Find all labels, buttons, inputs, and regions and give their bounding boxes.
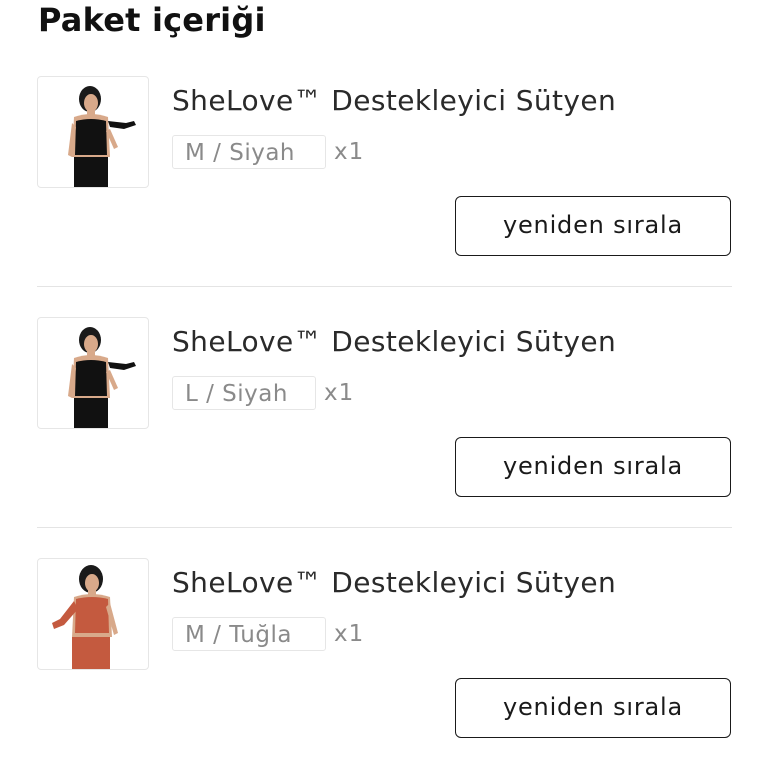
product-image[interactable]: [37, 317, 149, 429]
product-name[interactable]: SheLove™ Destekleyici Sütyen: [172, 325, 616, 359]
divider: [37, 527, 732, 528]
list-item: SheLove™ Destekleyici Sütyen M / Tuğla x…: [0, 0, 768, 738]
reorder-button[interactable]: yeniden sırala: [455, 437, 731, 497]
reorder-button[interactable]: yeniden sırala: [455, 678, 731, 738]
quantity-label: x1: [334, 621, 365, 647]
variant-badge: M / Tuğla: [172, 617, 326, 651]
product-image[interactable]: [37, 558, 149, 670]
variant-badge: L / Siyah: [172, 376, 316, 410]
divider: [37, 286, 732, 287]
product-name[interactable]: SheLove™ Destekleyici Sütyen: [172, 566, 616, 600]
quantity-label: x1: [324, 380, 355, 406]
